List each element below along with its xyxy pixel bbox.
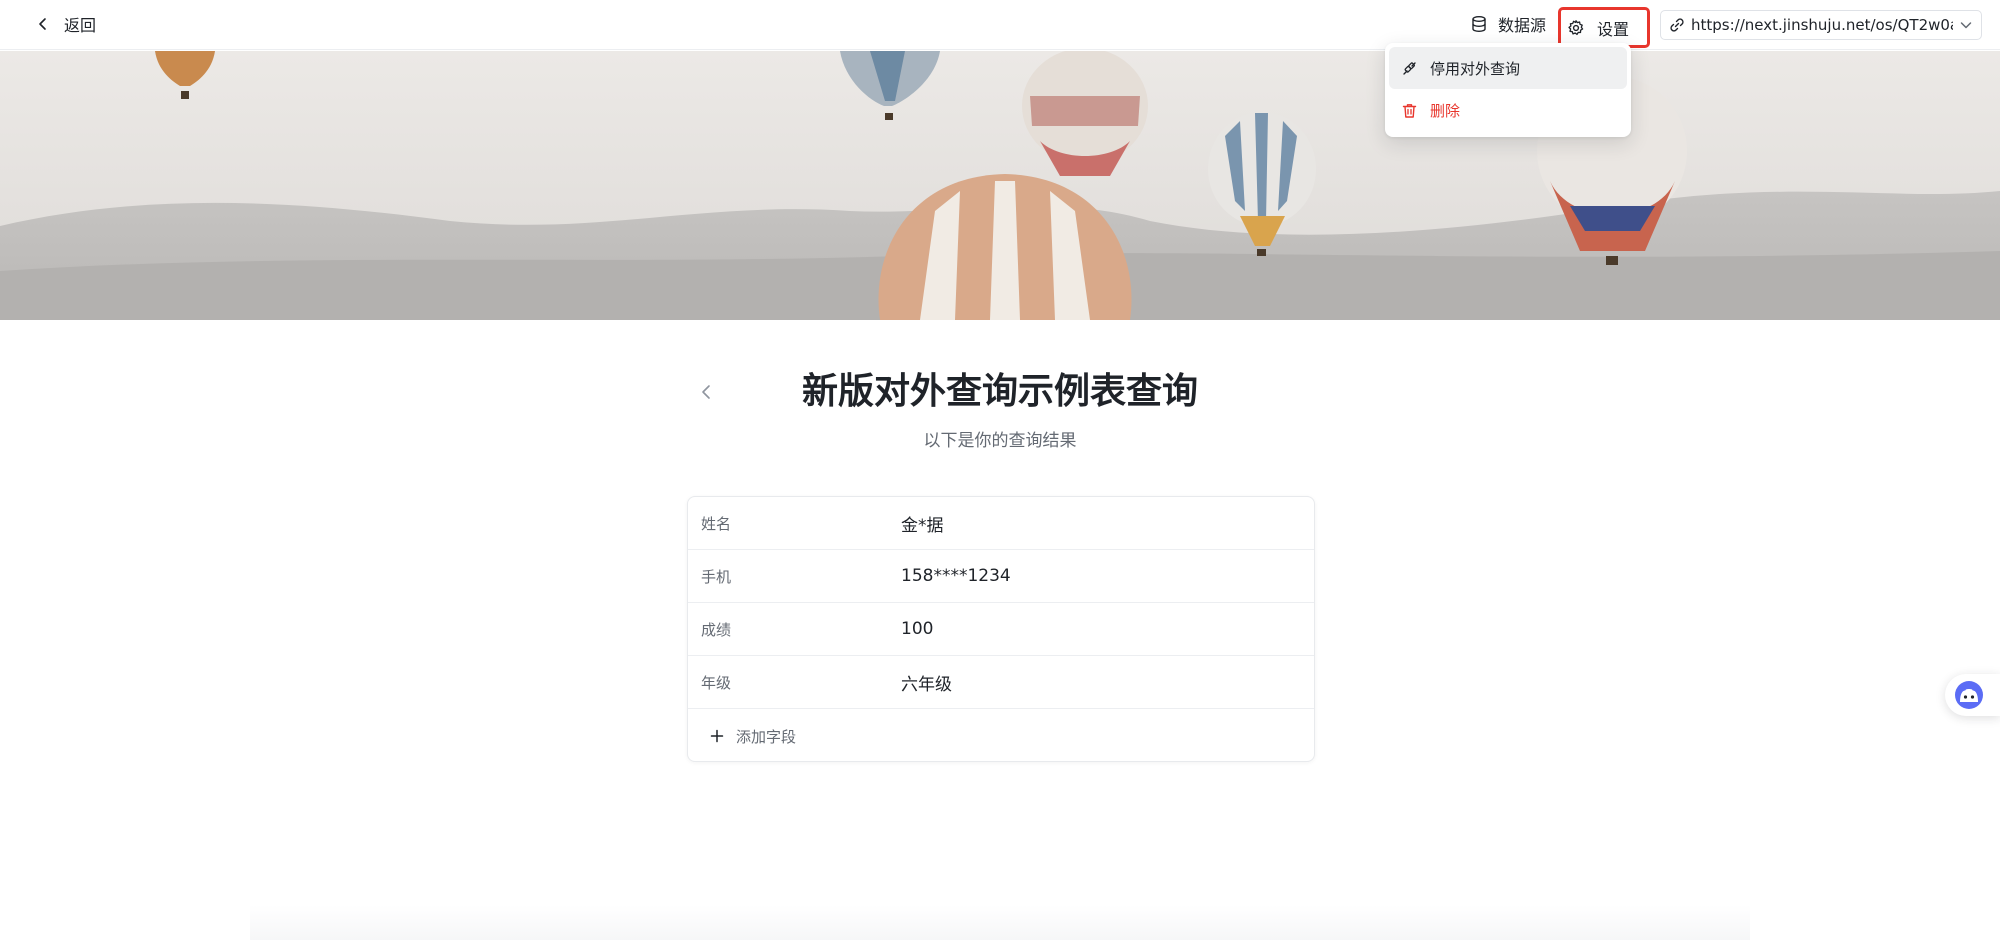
field-value: 158****1234 (901, 566, 1011, 586)
chevron-down-icon (1960, 22, 1972, 29)
trash-icon (1402, 103, 1417, 118)
database-icon (1472, 16, 1486, 33)
datasource-label: 数据源 (1498, 16, 1547, 35)
page-title: 新版对外查询示例表查询 (801, 371, 1198, 412)
field-label: 姓名 (701, 514, 732, 533)
disable-public-query-label: 停用对外查询 (1430, 59, 1521, 78)
bottom-fade (250, 905, 1750, 940)
link-icon (1670, 18, 1684, 32)
field-label: 手机 (701, 567, 732, 586)
field-value: 六年级 (901, 674, 952, 695)
field-row[interactable]: 成绩 100 (688, 603, 1314, 656)
field-value: 100 (901, 619, 934, 639)
field-row[interactable]: 年级 六年级 (688, 656, 1314, 709)
plus-icon (710, 729, 724, 743)
field-value: 金*据 (901, 515, 944, 536)
delete-item[interactable]: 删除 (1389, 89, 1627, 131)
cover-banner-image (0, 51, 2000, 320)
gear-icon (1568, 19, 1584, 35)
delete-label: 删除 (1430, 101, 1461, 120)
datasource-button[interactable]: 数据源 (1470, 10, 1546, 38)
robot-face-icon (1955, 681, 1983, 709)
disable-public-query-item[interactable]: 停用对外查询 (1389, 47, 1627, 89)
page-subtitle: 以下是你的查询结果 (923, 431, 1077, 451)
add-field-label: 添加字段 (736, 727, 797, 746)
field-label: 成绩 (701, 620, 732, 639)
share-url-text: https://next.jinshuju.net/os/QT2w0a (1691, 16, 1953, 34)
settings-label: 设置 (1597, 19, 1630, 39)
field-row[interactable]: 手机 158****1234 (688, 550, 1314, 603)
settings-dropdown-menu: 停用对外查询 删除 (1385, 43, 1631, 137)
chevron-left-icon (39, 18, 46, 30)
field-label: 年级 (701, 673, 732, 692)
assistant-bot-button[interactable] (1945, 674, 2000, 716)
settings-button[interactable]: 设置 (1558, 7, 1650, 48)
add-field-button[interactable]: 添加字段 (688, 709, 1314, 763)
disable-link-icon (1403, 61, 1416, 75)
top-bar: 返回 数据源 设置 https://next.jinshuju.net/os/Q… (0, 0, 2000, 50)
back-label: 返回 (64, 16, 97, 35)
share-link-select[interactable]: https://next.jinshuju.net/os/QT2w0a (1660, 10, 1982, 40)
result-card: 姓名 金*据 手机 158****1234 成绩 100 年级 六年级 添加字段 (687, 496, 1315, 762)
back-button[interactable]: 返回 (36, 10, 96, 38)
field-row[interactable]: 姓名 金*据 (688, 497, 1314, 550)
